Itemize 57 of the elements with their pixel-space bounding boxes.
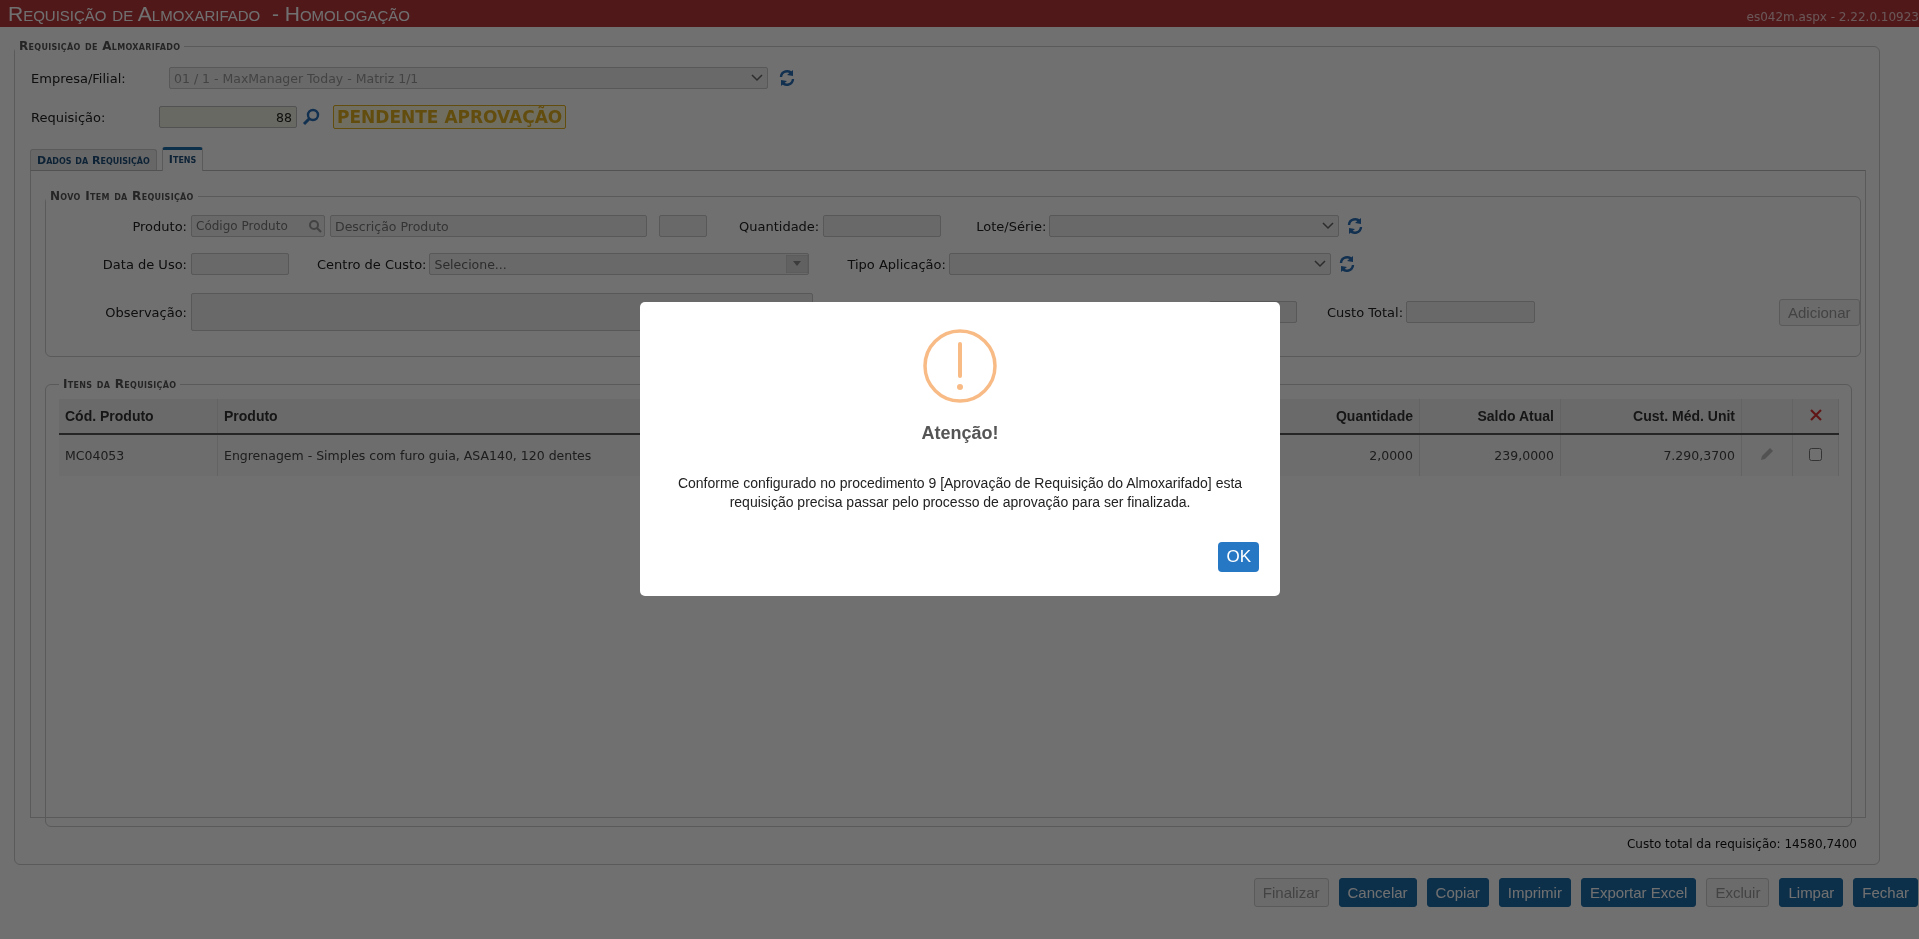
column-header: Quantidade: [1278, 399, 1420, 434]
column-header: Cust. Méd. Unit: [1560, 399, 1742, 434]
quantity-field[interactable]: [823, 215, 942, 237]
section-legend: Novo Item da Requisição: [46, 189, 198, 203]
field-label: Empresa/Filial:: [31, 70, 127, 86]
warning-icon: [922, 328, 998, 404]
row-checkbox[interactable]: [1809, 447, 1822, 461]
action-button[interactable]: Fechar: [1853, 878, 1918, 907]
section-legend: Itens da Requisição: [59, 377, 181, 391]
refresh-icon[interactable]: [778, 69, 796, 87]
action-button[interactable]: Exportar Excel: [1580, 878, 1697, 907]
field-label: Produto:: [131, 218, 187, 234]
search-icon[interactable]: [302, 108, 320, 126]
ok-button[interactable]: OK: [1218, 542, 1259, 572]
action-button[interactable]: Cancelar: [1338, 878, 1417, 907]
tab[interactable]: Itens: [161, 147, 204, 171]
tab[interactable]: Dados da Requisição: [30, 149, 157, 170]
column-header: Saldo Atual: [1419, 399, 1561, 434]
version-label: es042m.aspx - 2.22.0.10923: [1746, 8, 1919, 24]
total-cost-field[interactable]: [1406, 301, 1535, 323]
lot-select[interactable]: [1049, 215, 1340, 237]
date-field[interactable]: [191, 253, 289, 275]
status-badge: PENDENTE APROVAÇÃO: [333, 105, 567, 129]
refresh-icon[interactable]: [1337, 255, 1356, 273]
refresh-icon[interactable]: [1346, 217, 1365, 235]
action-button[interactable]: Copiar: [1426, 878, 1489, 907]
table-cell: 7.290,3700: [1560, 434, 1742, 476]
dropdown-button[interactable]: [786, 255, 809, 273]
pencil-icon[interactable]: [1759, 446, 1775, 462]
delete-icon[interactable]: [1809, 409, 1822, 421]
field-label: Lote/Série:: [976, 218, 1047, 234]
application-select[interactable]: [948, 253, 1331, 275]
action-button[interactable]: Limpar: [1779, 878, 1844, 907]
field-label: Custo Total:: [1327, 304, 1403, 320]
table-cell: 2,0000: [1278, 434, 1420, 476]
dialog-message: Conforme configurado no procedimento 9 [Aprovação de Requisição do Almoxarifado] esta requisição precisa passar pelo processo de aprovação para ser finalizada.: [676, 474, 1244, 512]
select-value: Selecione...: [434, 256, 507, 272]
field-label: Tipo Aplicação:: [847, 256, 946, 272]
caret-icon: [751, 74, 763, 82]
cost-center-select[interactable]: Selecione...: [429, 253, 810, 275]
request-number-field[interactable]: 88: [159, 106, 297, 128]
action-button[interactable]: Imprimir: [1498, 878, 1571, 907]
table-cell: 239,0000: [1419, 434, 1561, 476]
unit-field[interactable]: [659, 215, 707, 237]
search-icon[interactable]: [308, 219, 322, 233]
caret-icon: [1322, 222, 1335, 230]
page-title: Requisição de Almoxarifado - Homologação: [8, 1, 410, 26]
field-label: Requisição:: [31, 109, 107, 125]
total-cost-text: Custo total da requisição: 14580,7400: [1626, 836, 1858, 851]
field-label: Data de Uso:: [101, 256, 187, 272]
table-cell: MC04053: [59, 434, 218, 476]
section-legend: Requisição de Almoxarifado: [15, 39, 185, 53]
field-label: Observação:: [104, 304, 187, 320]
column-header: Cód. Produto: [59, 399, 218, 434]
caret-icon: [1313, 260, 1326, 268]
field-label: Centro de Custo:: [317, 256, 427, 272]
field-label: Quantidade:: [739, 218, 820, 234]
